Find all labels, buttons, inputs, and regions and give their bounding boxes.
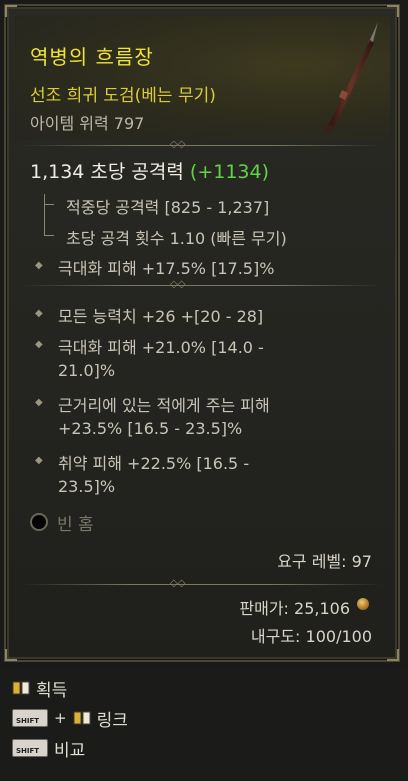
shift-key-label: SHIFT (16, 747, 40, 755)
required-level: 요구 레벨: 97 (277, 552, 372, 571)
spear-item-icon (324, 22, 378, 134)
bullet-icon: ◆ (35, 308, 43, 319)
stat-tree-branch (44, 204, 54, 205)
item-name: 역병의 흐름장 (30, 45, 154, 69)
plus-sign: + (54, 709, 67, 727)
divider-ornament: ◇◇ (170, 578, 186, 589)
affix-line: 근거리에 있는 적에게 주는 피해 (58, 396, 270, 415)
acquire-label: 획득 (36, 680, 68, 701)
sell-value: 판매가: 25,106 (239, 599, 350, 618)
divider (22, 584, 382, 585)
bullet-icon: ◆ (35, 339, 43, 350)
shift-key-icon: SHIFT (12, 709, 48, 727)
acquire-action[interactable]: 획득 (12, 676, 68, 701)
item-power: 아이템 위력 797 (30, 114, 145, 133)
affix-line-cont: 21.0]% (58, 361, 116, 380)
dps-value: 1,134 초당 공격력 (30, 161, 184, 183)
item-type: 선조 희귀 도검(베는 무기) (30, 86, 216, 106)
compare-label: 비교 (54, 740, 86, 761)
affix-line: 극대화 피해 +21.0% [14.0 - (58, 338, 264, 357)
bullet-icon: ◆ (35, 455, 43, 466)
affix-line-cont: +23.5% [16.5 - 23.5]% (58, 419, 243, 438)
affix-line: 취약 피해 +22.5% [16.5 - (58, 454, 250, 473)
compare-action[interactable]: SHIFT 비교 (12, 736, 86, 761)
book-icon (12, 679, 30, 697)
divider (22, 145, 382, 146)
dps-bonus: (+1134) (189, 161, 270, 183)
link-action[interactable]: SHIFT + 링크 (12, 706, 128, 731)
socket-label: 빈 홈 (57, 515, 94, 535)
divider-ornament: ◇◇ (170, 139, 186, 150)
weapon-stat: 적중당 공격력 [825 - 1,237] (66, 198, 270, 217)
action-footer: 획득 SHIFT + 링크 SHIFT 비교 (0, 666, 408, 781)
gold-coin-icon (357, 598, 369, 610)
frame-corner (5, 649, 17, 661)
durability: 내구도: 100/100 (250, 627, 372, 646)
stat-tree-branch (44, 235, 54, 236)
book-icon (73, 709, 91, 727)
link-label: 링크 (96, 710, 128, 731)
frame-corner (387, 649, 399, 661)
implicit-affix: 극대화 피해 +17.5% [17.5]% (58, 259, 275, 278)
weapon-stat: 초당 공격 횟수 1.10 (빠른 무기) (66, 229, 287, 248)
bullet-icon: ◆ (35, 397, 43, 408)
shift-key-label: SHIFT (16, 717, 40, 725)
affix-line-cont: 23.5]% (58, 477, 116, 496)
divider (22, 285, 382, 286)
socket-empty-icon (30, 513, 48, 531)
stat-tree-line (44, 194, 45, 236)
bullet-icon: ◆ (35, 260, 43, 271)
dps-line: 1,134 초당 공격력 (+1134) (30, 157, 269, 184)
divider-ornament: ◇◇ (170, 279, 186, 290)
affix-line: 모든 능력치 +26 +[20 - 28] (58, 307, 264, 326)
shift-key-icon: SHIFT (12, 739, 48, 757)
